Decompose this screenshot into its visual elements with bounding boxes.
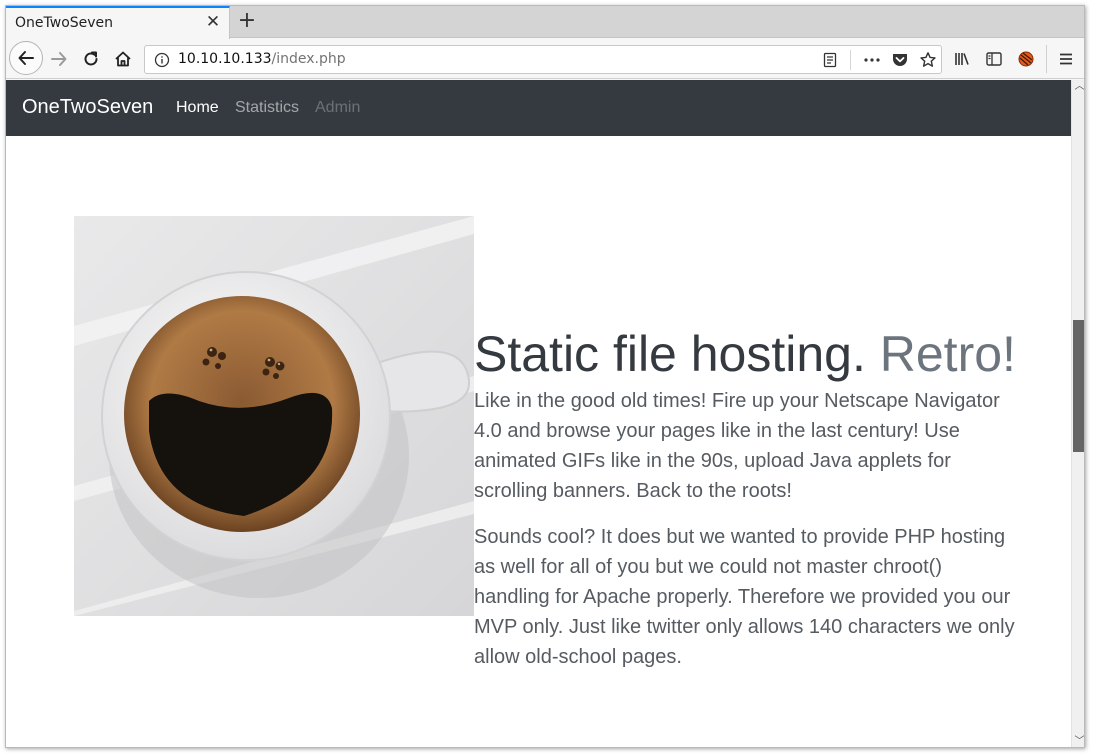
url-host: 10.10.10.133 — [178, 51, 272, 67]
back-arrow-icon — [18, 51, 34, 65]
site-brand[interactable]: OneTwoSeven — [22, 96, 153, 119]
tab-title: OneTwoSeven — [15, 15, 114, 31]
coffee-cup-image — [74, 216, 474, 616]
forward-button[interactable] — [45, 45, 73, 73]
scroll-down-arrow-icon[interactable]: ﹀ — [1073, 735, 1085, 747]
browser-window: OneTwoSeven ✕ + 10.10.10.133/index.php O… — [5, 5, 1085, 748]
headline-main: Static file hosting. — [474, 326, 880, 382]
page-scrollbar[interactable]: ︿ ﹀ — [1071, 80, 1085, 747]
scroll-up-arrow-icon[interactable]: ︿ — [1073, 80, 1085, 94]
nav-link-admin[interactable]: Admin — [315, 99, 360, 117]
hero-headline: Static file hosting. Retro! — [474, 324, 1016, 384]
bookmark-star-icon[interactable] — [919, 51, 937, 69]
hamburger-menu-icon — [1060, 53, 1072, 65]
home-button[interactable] — [109, 45, 137, 73]
new-tab-icon[interactable]: + — [236, 9, 258, 33]
site-navbar: OneTwoSeven Home Statistics Admin — [6, 80, 1071, 136]
nav-link-statistics[interactable]: Statistics — [235, 99, 299, 117]
close-tab-icon[interactable]: ✕ — [205, 13, 221, 31]
url-path: /index.php — [271, 51, 346, 67]
nav-toolbar: 10.10.10.133/index.php — [6, 39, 1084, 79]
page-actions-icon[interactable] — [863, 52, 881, 68]
reader-view-icon[interactable] — [822, 52, 838, 68]
sidebar-icon — [986, 52, 1002, 66]
info-icon[interactable] — [154, 52, 170, 68]
extension-button[interactable] — [1012, 45, 1040, 73]
headline-accent: Retro! — [879, 326, 1016, 382]
back-button[interactable] — [9, 41, 43, 75]
home-icon — [115, 51, 131, 67]
hero-paragraph-1: Like in the good old times! Fire up your… — [474, 390, 1000, 502]
library-icon — [955, 53, 969, 65]
pocket-icon[interactable] — [891, 51, 909, 69]
toolbar-divider — [1046, 45, 1047, 73]
hero-paragraph-2: Sounds cool? It does but we wanted to pr… — [474, 526, 1015, 668]
menu-button[interactable] — [1052, 45, 1080, 73]
browser-tab[interactable]: OneTwoSeven ✕ — [6, 6, 230, 39]
tab-strip: OneTwoSeven ✕ + — [6, 6, 1084, 39]
extension-icon — [1018, 51, 1034, 67]
url-text: 10.10.10.133/index.php — [178, 51, 346, 67]
library-button[interactable] — [948, 45, 976, 73]
reload-button[interactable] — [77, 45, 105, 73]
web-page: OneTwoSeven Home Statistics Admin Static… — [6, 80, 1071, 747]
address-bar[interactable]: 10.10.10.133/index.php — [144, 45, 942, 74]
reload-icon — [84, 51, 98, 66]
url-bar-divider — [850, 50, 851, 70]
forward-arrow-icon — [51, 52, 67, 66]
sidebar-button[interactable] — [980, 45, 1008, 73]
nav-link-home[interactable]: Home — [176, 99, 219, 117]
scroll-thumb[interactable] — [1073, 320, 1084, 452]
